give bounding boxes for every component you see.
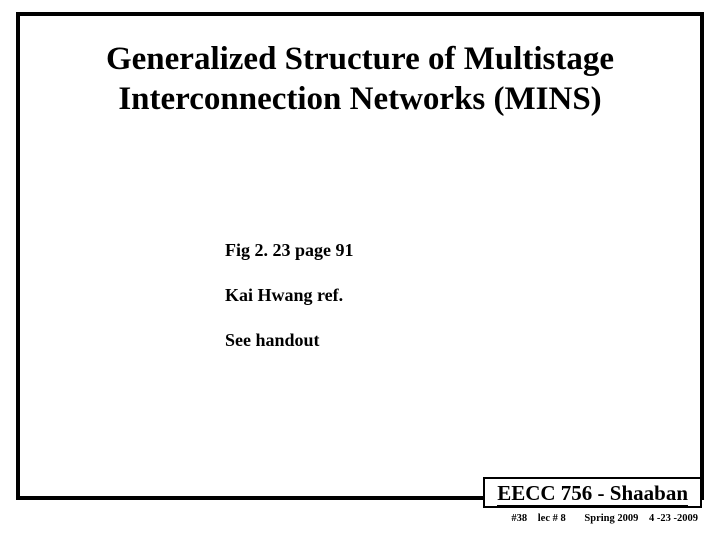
slide-number: #38	[511, 513, 527, 524]
footer-line: #38 lec # 8 Spring 2009 4 -23 -2009	[511, 513, 698, 524]
title-line-2: Interconnection Networks (MINS)	[60, 80, 660, 120]
slide: Generalized Structure of Multistage Inte…	[0, 0, 720, 540]
slide-title: Generalized Structure of Multistage Inte…	[60, 40, 660, 119]
handout-note: See handout	[225, 330, 354, 351]
figure-reference: Fig 2. 23 page 91	[225, 240, 354, 261]
slide-body: Fig 2. 23 page 91 Kai Hwang ref. See han…	[225, 240, 354, 375]
date-label: 4 -23 -2009	[649, 513, 698, 524]
author-reference: Kai Hwang ref.	[225, 285, 354, 306]
title-line-1: Generalized Structure of Multistage	[60, 40, 660, 80]
lecture-number: lec # 8	[538, 513, 566, 524]
term-label: Spring 2009	[584, 513, 638, 524]
course-label: EECC 756 - Shaaban	[497, 481, 688, 506]
course-footer-box: EECC 756 - Shaaban	[483, 477, 702, 508]
